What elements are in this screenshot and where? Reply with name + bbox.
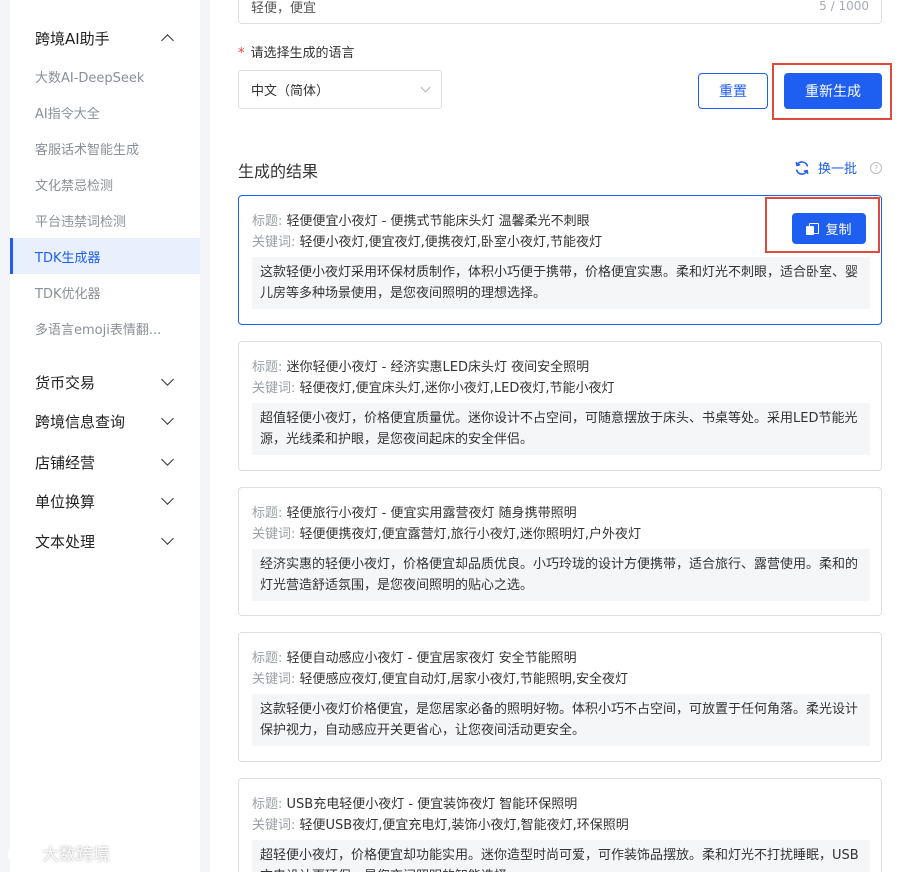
language-select[interactable]: 中文（简体） [238, 70, 442, 109]
card-title-row: 标题: USB充电轻便小夜灯 - 便宜装饰夜灯 智能环保照明 [252, 793, 577, 812]
sidebar-group-info-query[interactable]: 跨境信息查询 [10, 406, 200, 436]
chevron-down-icon [161, 412, 174, 425]
card-title: 轻便旅行小夜灯 - 便宜实用露营夜灯 随身携带照明 [286, 506, 577, 521]
sidebar-item-ai-prompts[interactable]: AI指令大全 [10, 94, 200, 130]
copy-label: 复制 [825, 223, 852, 238]
title-key: 标题: [252, 506, 283, 521]
card-title: 轻便便宜小夜灯 - 便携式节能床头灯 温馨柔光不刺眼 [286, 214, 590, 229]
card-title-row: 标题: 轻便便宜小夜灯 - 便携式节能床头灯 温馨柔光不刺眼 [252, 210, 590, 229]
card-keywords-row: 关键词: 轻便小夜灯,便宜夜灯,便携夜灯,卧室小夜灯,节能夜灯 [252, 231, 602, 250]
copy-button[interactable]: 复制 [792, 213, 866, 244]
chevron-down-icon [420, 82, 431, 93]
card-keywords: 轻便USB夜灯,便宜充电灯,装饰小夜灯,智能夜灯,环保照明 [299, 818, 629, 833]
main-panel: 轻便，便宜 5 / 1000 * 请选择生成的语言 中文（简体） 重置 重新生成 … [210, 0, 914, 872]
keywords-input[interactable]: 轻便，便宜 5 / 1000 [238, 0, 882, 24]
card-description: 超轻便小夜灯，价格便宜却功能实用。迷你造型时尚可爱，可作装饰品摆放。柔和灯光不打… [252, 840, 870, 872]
keywords-key: 关键词: [252, 235, 296, 250]
card-title-row: 标题: 迷你轻便小夜灯 - 经济实惠LED床头灯 夜间安全照明 [252, 356, 589, 375]
regenerate-button[interactable]: 重新生成 [784, 73, 882, 109]
card-title-row: 标题: 轻便自动感应小夜灯 - 便宜居家夜灯 安全节能照明 [252, 647, 577, 666]
required-mark: * [238, 46, 245, 61]
card-title: 迷你轻便小夜灯 - 经济实惠LED床头灯 夜间安全照明 [286, 360, 590, 375]
sidebar-group-currency[interactable]: 货币交易 [10, 367, 200, 397]
sidebar: 跨境AI助手 大数AI-DeepSeek AI指令大全 客服话术智能生成 文化禁… [10, 0, 200, 872]
results-title: 生成的结果 [238, 162, 319, 181]
keywords-input-value: 轻便，便宜 [251, 0, 317, 16]
chevron-down-icon [161, 492, 174, 505]
title-key: 标题: [252, 360, 283, 375]
sidebar-group-label: 跨境AI助手 [35, 29, 110, 48]
sidebar-item-banned-words[interactable]: 平台违禁词检测 [10, 202, 200, 238]
sidebar-group-store[interactable]: 店铺经营 [10, 447, 200, 477]
card-description: 超值轻便小夜灯，价格便宜质量优。迷你设计不占空间，可随意摆放于床头、书桌等处。采… [252, 403, 870, 455]
sidebar-item-deepseek[interactable]: 大数AI-DeepSeek [10, 58, 200, 94]
result-card[interactable]: 标题: USB充电轻便小夜灯 - 便宜装饰夜灯 智能环保照明 关键词: 轻便US… [238, 778, 882, 872]
sidebar-item-tdk-generator[interactable]: TDK生成器 [10, 238, 200, 274]
card-description: 这款轻便小夜灯采用环保材质制作，体积小巧便于携带，价格便宜实惠。柔和灯光不刺眼，… [252, 257, 870, 309]
watermark-text: 大数跨境 [42, 845, 110, 865]
sidebar-item-customer-script[interactable]: 客服话术智能生成 [10, 130, 200, 166]
result-card[interactable]: 标题: 迷你轻便小夜灯 - 经济实惠LED床头灯 夜间安全照明 关键词: 轻便夜… [238, 341, 882, 471]
sidebar-item-emoji-translate[interactable]: 多语言emoji表情翻... [10, 310, 200, 346]
chevron-down-icon [161, 532, 174, 545]
chevron-down-icon [161, 453, 174, 466]
chevron-down-icon [161, 373, 174, 386]
language-label-text: 请选择生成的语言 [250, 46, 355, 61]
card-keywords-row: 关键词: 轻便便携夜灯,便宜露营灯,旅行小夜灯,迷你照明灯,户外夜灯 [252, 523, 641, 542]
card-title-row: 标题: 轻便旅行小夜灯 - 便宜实用露营夜灯 随身携带照明 [252, 502, 577, 521]
language-select-value: 中文（简体） [251, 84, 330, 99]
card-keywords: 轻便小夜灯,便宜夜灯,便携夜灯,卧室小夜灯,节能夜灯 [299, 235, 603, 250]
card-keywords-row: 关键词: 轻便USB夜灯,便宜充电灯,装饰小夜灯,智能夜灯,环保照明 [252, 814, 629, 833]
card-description: 这款轻便小夜灯价格便宜，是您居家必备的照明好物。体积小巧不占空间，可放置于任何角… [252, 694, 870, 746]
sidebar-group-text-process[interactable]: 文本处理 [10, 526, 200, 556]
card-description: 经济实惠的轻便小夜灯，价格便宜却品质优良。小巧玲珑的设计方便携带，适合旅行、露营… [252, 549, 870, 601]
brand-logo-icon [7, 843, 34, 860]
chevron-up-icon [161, 33, 174, 47]
title-key: 标题: [252, 797, 283, 812]
sidebar-group-label: 单位换算 [35, 492, 96, 511]
copy-icon [806, 222, 820, 235]
card-keywords-row: 关键词: 轻便感应夜灯,便宜自动灯,居家小夜灯,节能照明,安全夜灯 [252, 668, 628, 687]
card-keywords-row: 关键词: 轻便夜灯,便宜床头灯,迷你小夜灯,LED夜灯,节能小夜灯 [252, 377, 615, 396]
result-card[interactable]: 标题: 轻便自动感应小夜灯 - 便宜居家夜灯 安全节能照明 关键词: 轻便感应夜… [238, 632, 882, 762]
keywords-key: 关键词: [252, 381, 296, 396]
refresh-icon [795, 160, 809, 175]
card-title: USB充电轻便小夜灯 - 便宜装饰夜灯 智能环保照明 [286, 797, 578, 812]
sidebar-group-label: 跨境信息查询 [35, 412, 126, 431]
card-title: 轻便自动感应小夜灯 - 便宜居家夜灯 安全节能照明 [286, 651, 577, 666]
title-key: 标题: [252, 214, 283, 229]
char-counter: 5 / 1000 [819, 0, 869, 13]
sidebar-item-culture-taboo[interactable]: 文化禁忌检测 [10, 166, 200, 202]
help-icon[interactable]: ? [870, 162, 882, 174]
title-key: 标题: [252, 651, 283, 666]
card-keywords: 轻便感应夜灯,便宜自动灯,居家小夜灯,节能照明,安全夜灯 [299, 672, 629, 687]
result-card: 标题: 轻便便宜小夜灯 - 便携式节能床头灯 温馨柔光不刺眼 关键词: 轻便小夜… [238, 195, 882, 325]
language-label: * 请选择生成的语言 [238, 42, 355, 61]
reset-button[interactable]: 重置 [698, 73, 768, 109]
refresh-batch-button[interactable]: 换一批 [794, 158, 857, 177]
sidebar-group-ai-assistant[interactable]: 跨境AI助手 [10, 23, 200, 53]
keywords-key: 关键词: [252, 818, 296, 833]
keywords-key: 关键词: [252, 527, 296, 542]
watermark: 大数跨境 [6, 840, 110, 865]
card-keywords: 轻便夜灯,便宜床头灯,迷你小夜灯,LED夜灯,节能小夜灯 [299, 381, 615, 396]
sidebar-group-label: 文本处理 [35, 532, 96, 551]
refresh-label: 换一批 [818, 162, 858, 177]
sidebar-group-unit-convert[interactable]: 单位换算 [10, 486, 200, 516]
sidebar-group-label: 货币交易 [35, 373, 96, 392]
card-keywords: 轻便便携夜灯,便宜露营灯,旅行小夜灯,迷你照明灯,户外夜灯 [299, 527, 642, 542]
keywords-key: 关键词: [252, 672, 296, 687]
sidebar-group-label: 店铺经营 [35, 453, 96, 472]
sidebar-item-tdk-optimizer[interactable]: TDK优化器 [10, 274, 200, 310]
result-card[interactable]: 标题: 轻便旅行小夜灯 - 便宜实用露营夜灯 随身携带照明 关键词: 轻便便携夜… [238, 487, 882, 616]
